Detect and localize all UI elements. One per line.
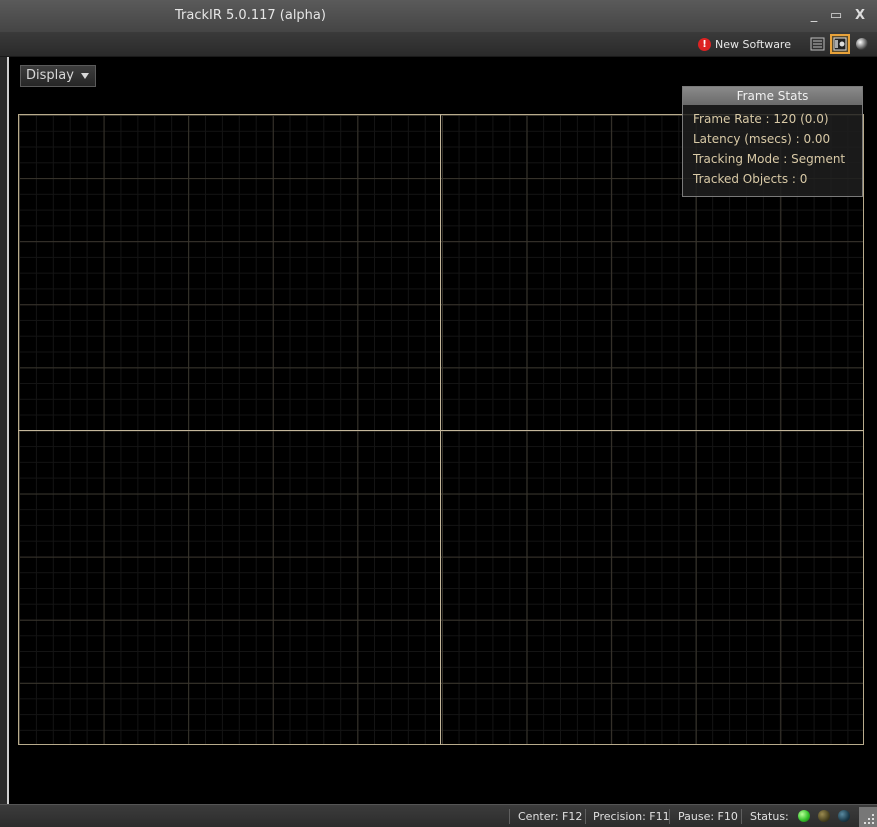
status-separator [585,809,586,824]
left-panel-divider [7,57,9,804]
alert-icon: ! [698,37,711,51]
grid-horizontal-axis [18,430,864,431]
title-bar[interactable]: TrackIR 5.0.117 (alpha) _ ▭ X [0,0,877,33]
status-teal-led-icon [838,810,850,822]
status-bar: Center: F12 Precision: F11 Pause: F10 St… [0,804,877,827]
center-hotkey: Center: F12 [518,810,583,823]
pause-hotkey: Pause: F10 [678,810,738,823]
list-view-icon[interactable] [808,34,828,54]
minimize-icon[interactable]: _ [805,7,823,25]
tracking-mode-stat: Tracking Mode : Segment [693,152,846,166]
status-separator [669,809,670,824]
status-olive-led-icon [818,810,830,822]
resize-grip-icon[interactable] [859,807,877,827]
precision-hotkey: Precision: F11 [593,810,670,823]
status-separator [509,809,510,824]
frame-rate-stat: Frame Rate : 120 (0.0) [693,112,829,126]
window-title: TrackIR 5.0.117 (alpha) [175,8,326,23]
frame-stats-panel: Frame Stats Frame Rate : 120 (0.0) Laten… [682,86,863,197]
display-dropdown-label: Display [26,68,74,83]
tracked-objects-stat: Tracked Objects : 0 [693,172,808,186]
sphere-view-icon[interactable] [852,34,872,54]
display-dropdown[interactable]: Display [20,65,96,87]
frame-stats-title: Frame Stats [683,87,862,105]
close-icon[interactable]: X [851,7,869,25]
status-separator [741,809,742,824]
toolbar: ! New Software [0,32,877,57]
new-software-label: New Software [715,37,791,51]
maximize-icon[interactable]: ▭ [827,7,845,25]
chevron-down-icon [81,73,89,79]
status-green-led-icon [798,810,810,822]
status-label: Status: [750,810,789,823]
latency-stat: Latency (msecs) : 0.00 [693,132,831,146]
camera-view-icon[interactable] [830,34,850,54]
left-panel-edge [0,57,7,804]
app-window: TrackIR 5.0.117 (alpha) _ ▭ X ! New Soft… [0,0,877,827]
new-software-button[interactable]: ! New Software [698,34,791,54]
